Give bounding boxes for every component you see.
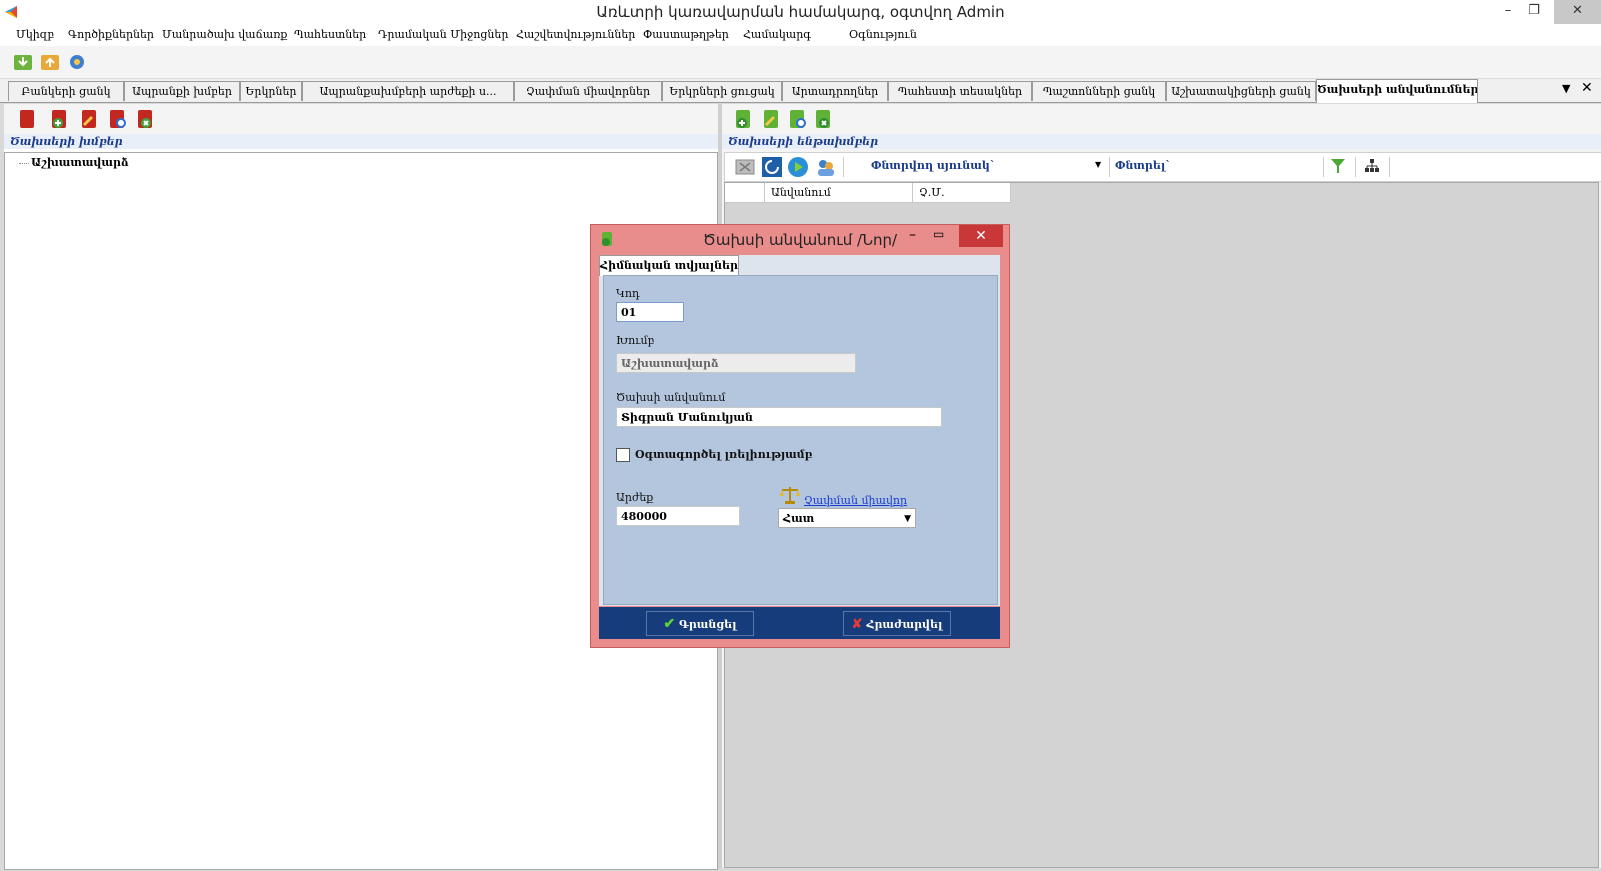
chevron-down-icon[interactable]: ▼ — [1095, 160, 1101, 169]
play-icon[interactable] — [787, 156, 809, 178]
menu-item[interactable]: Մանրածախ վաճառք — [162, 28, 287, 41]
dialog-titlebar: Ծախսի անվանում /Նոր/ – ▭ ✕ — [591, 225, 1009, 253]
add-group-icon[interactable] — [48, 108, 70, 130]
dialog-footer: ✔ Գրանցել ✘ Հրաժարվել — [599, 607, 1000, 639]
filter-bar: Փնտրվող սյունակ` ▼ Փնտրել` — [724, 152, 1601, 182]
toolbar-separator — [1389, 157, 1390, 177]
delete-subgroup-icon[interactable] — [812, 108, 834, 130]
menu-item[interactable]: Փաստաթղթեր — [643, 28, 729, 41]
window-title: Առևտրի կառավարման համակարգ, օգտվող Admin — [596, 3, 1005, 21]
expense-name-label: Ծախսի անվանում — [616, 391, 726, 404]
close-button[interactable]: ✕ — [1554, 0, 1601, 24]
dialog-minimize-button[interactable]: – — [909, 227, 916, 243]
book-icon[interactable] — [16, 108, 38, 130]
toolbar-separator — [1109, 157, 1110, 177]
menu-item[interactable]: Համակարգ — [743, 28, 811, 41]
tab-warehouse-types[interactable]: Պահեստի տեսակներ — [888, 81, 1032, 101]
scales-icon — [780, 487, 800, 504]
hierarchy-icon[interactable] — [1363, 157, 1381, 175]
column-header-name[interactable]: Անվանում — [765, 183, 913, 203]
default-checkbox[interactable] — [616, 448, 630, 462]
search-subgroup-icon[interactable] — [786, 108, 808, 130]
cancel-button-label: Հրաժարվել — [866, 618, 943, 631]
tree-node[interactable]: Աշխատավարձ — [31, 156, 128, 169]
menu-item[interactable]: Օգնություն — [849, 28, 917, 41]
tab-strip: Բանկերի ցանկ Ապրանքի խմբեր Երկրներ Ապրան… — [0, 79, 1601, 103]
unit-select[interactable]: Հատ ▼ — [778, 508, 916, 528]
tree-connector — [19, 163, 29, 164]
panel-header: Ծախսերի խմբեր — [4, 134, 718, 149]
search-group-icon[interactable] — [106, 108, 128, 130]
cancel-button[interactable]: ✘ Հրաժարվել — [843, 611, 951, 636]
group-input: Աշխատավարձ — [616, 353, 856, 373]
refresh-icon[interactable] — [761, 156, 783, 178]
toolbar-separator — [1323, 157, 1324, 177]
dialog-maximize-button[interactable]: ▭ — [933, 227, 944, 241]
tab-close-icon[interactable]: ✕ — [1581, 80, 1593, 96]
panel-header: Ծախսերի ենթախմբեր — [722, 134, 1601, 149]
tab-main-data[interactable]: Հիմնական տվյալներ — [599, 255, 739, 276]
tab-country-list[interactable]: Երկրների ցուցակ — [662, 81, 782, 101]
row-header — [725, 183, 765, 203]
code-label: Կոդ — [616, 287, 640, 300]
users-icon[interactable] — [815, 156, 837, 178]
column-header-unit[interactable]: Չ.Մ. — [913, 183, 1011, 203]
tab-manufacturers[interactable]: Արտադրողներ — [782, 81, 888, 101]
toolbar-separator — [843, 157, 844, 177]
menu-item[interactable]: Հաշվետվություններ — [516, 28, 635, 41]
value-label: Արժեք — [616, 491, 654, 504]
import-icon[interactable] — [12, 51, 34, 73]
dialog-title: Ծախսի անվանում /Նոր/ — [702, 231, 898, 249]
filter-icon[interactable] — [1329, 157, 1347, 175]
group-label: Խումբ — [616, 334, 655, 347]
toolbar-separator — [1355, 157, 1356, 177]
code-input[interactable]: 01 — [616, 302, 684, 322]
delete-group-icon[interactable] — [134, 108, 156, 130]
tab-employees[interactable]: Աշխատակիցների ցանկ — [1166, 81, 1316, 101]
tab-expense-names[interactable]: Ծախսերի անվանումներ — [1316, 79, 1478, 103]
cancel-x-icon: ✘ — [851, 617, 863, 632]
expense-name-dialog: Ծախսի անվանում /Նոր/ – ▭ ✕ Հիմնական տվյա… — [590, 224, 1010, 648]
edit-group-icon[interactable] — [78, 108, 100, 130]
left-toolbar — [4, 104, 718, 134]
tab-positions[interactable]: Պաշտոնների ցանկ — [1032, 81, 1166, 101]
menu-bar: Մկիզբ Գործիքներներ Մանրածախ վաճառք Պահես… — [0, 24, 1601, 46]
dialog-close-button[interactable]: ✕ — [959, 225, 1003, 247]
dialog-content: Կոդ 01 Խումբ Աշխատավարձ Ծախսի անվանում Տ… — [603, 275, 998, 605]
unit-select-value: Հատ — [783, 512, 815, 525]
menu-item[interactable]: Գործիքներներ — [68, 28, 154, 41]
expense-name-input[interactable]: Տիգրան Մանուկյան — [616, 407, 942, 427]
menu-item[interactable]: Մկիզբ — [16, 28, 54, 41]
right-toolbar — [722, 104, 1601, 134]
value-input[interactable]: 480000 — [616, 506, 740, 526]
add-subgroup-icon[interactable] — [732, 108, 754, 130]
clear-icon[interactable] — [735, 157, 755, 177]
unit-link[interactable]: Չափման միավոր — [804, 494, 907, 507]
save-button[interactable]: ✔ Գրանցել — [646, 611, 754, 636]
default-checkbox-label[interactable]: Օգտագործել լռելիությամբ — [635, 448, 812, 461]
main-toolbar — [0, 46, 1601, 79]
tab-list-dropdown-icon[interactable]: ▼ — [1562, 82, 1570, 95]
dialog-body: Հիմնական տվյալներ Կոդ 01 Խումբ Աշխատավար… — [599, 255, 1000, 606]
edit-subgroup-icon[interactable] — [760, 108, 782, 130]
tab-banks[interactable]: Բանկերի ցանկ — [8, 81, 124, 101]
search-label: Փնտրել` — [1115, 159, 1171, 172]
restore-button[interactable]: ❐ — [1512, 0, 1556, 24]
tab-product-group-values[interactable]: Ապրանքախմբերի արժեքի ս... — [302, 81, 514, 101]
window-titlebar: Առևտրի կառավարման համակարգ, օգտվող Admin… — [0, 0, 1601, 25]
menu-item[interactable]: Պահեստներ — [294, 28, 366, 41]
checkmark-icon: ✔ — [663, 616, 676, 632]
search-input[interactable] — [1171, 157, 1321, 177]
chevron-down-icon: ▼ — [904, 514, 911, 524]
tab-countries[interactable]: Երկրներ — [240, 81, 302, 101]
search-column-label: Փնտրվող սյունակ` — [871, 159, 996, 172]
tab-product-groups[interactable]: Ապրանքի խմբեր — [124, 81, 240, 101]
save-button-label: Գրանցել — [679, 618, 737, 631]
export-icon[interactable] — [39, 51, 61, 73]
tab-units[interactable]: Չափման միավորներ — [514, 81, 662, 101]
menu-item[interactable]: Դրամական Միջոցներ — [378, 28, 508, 41]
settings-icon[interactable] — [66, 51, 88, 73]
